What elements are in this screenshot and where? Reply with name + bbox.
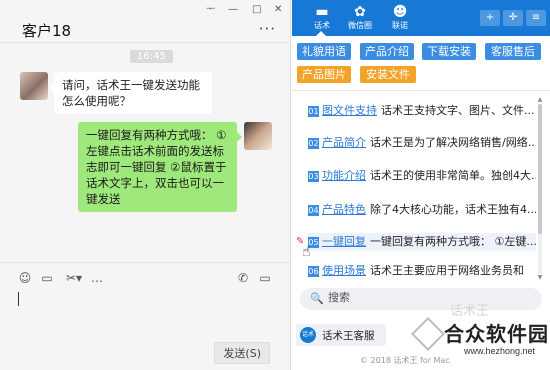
chat-icon: ▬ bbox=[315, 4, 329, 20]
item-number: 04 bbox=[308, 205, 319, 216]
category-after-sales[interactable]: 客服售后 bbox=[485, 43, 541, 60]
emoji-icon[interactable]: ☺ bbox=[18, 271, 32, 285]
video-icon[interactable]: ▭ bbox=[258, 271, 272, 285]
scroll-down-icon[interactable]: ▼ bbox=[537, 274, 543, 281]
item-title-link[interactable]: 产品特色 bbox=[322, 203, 366, 216]
divider bbox=[0, 42, 291, 43]
item-text: 话术王支持文字、图片、文件... bbox=[381, 104, 535, 117]
close-icon[interactable]: ✕ bbox=[274, 4, 282, 16]
agent-avatar[interactable] bbox=[244, 122, 272, 150]
nav-label: 联诺 bbox=[392, 21, 408, 30]
scroll-track[interactable] bbox=[538, 104, 542, 274]
divider bbox=[0, 262, 291, 263]
add-user-button[interactable]: + bbox=[480, 10, 500, 26]
item-title-link[interactable]: 一键回复 bbox=[322, 235, 366, 248]
category-install-files[interactable]: 安装文件 bbox=[360, 66, 416, 83]
category-product-images[interactable]: 产品图片 bbox=[297, 66, 351, 83]
more-options-button[interactable]: ··· bbox=[259, 20, 276, 38]
watermark-faint-text: 话术王 bbox=[450, 304, 490, 319]
script-item[interactable]: 06 使用场景 话术王主要应用于网络业务员和 bbox=[308, 265, 536, 277]
watermark-brand: 合众软件园 bbox=[444, 322, 549, 346]
chat-window: ᅮ — □ ✕ 客户18 ··· 16:45 请问，话术王一键发送功能怎么使用呢… bbox=[0, 0, 291, 370]
item-text: 话术王的使用非常简单。独创4大... bbox=[370, 169, 536, 182]
category-polite[interactable]: 礼貌用语 bbox=[297, 43, 351, 60]
script-item[interactable]: 04 产品特色 除了4大核心功能，话术王独有4... bbox=[308, 201, 536, 219]
search-icon: 🔍 bbox=[310, 292, 324, 305]
nav-moments[interactable]: ✿ 微信圈 bbox=[342, 4, 378, 31]
guest-avatar[interactable] bbox=[20, 72, 48, 100]
flower-icon: ✿ bbox=[354, 4, 366, 20]
chat-title: 客户18 bbox=[22, 22, 72, 40]
script-item[interactable]: 01 图文件支持 话术王支持文字、图片、文件... bbox=[308, 102, 536, 120]
item-text: 除了4大核心功能，话术王独有4... bbox=[370, 203, 536, 216]
panel-header: ▬ 话术 ✿ 微信圈 ☻ 联诺 + ✛ ≡ bbox=[292, 0, 550, 37]
phone-icon[interactable]: ✆ bbox=[236, 271, 250, 285]
menu-button[interactable]: ≡ bbox=[526, 10, 546, 26]
nav-label: 微信圈 bbox=[348, 21, 372, 30]
hand-cursor-icon: ☝ bbox=[302, 244, 311, 260]
category-product-intro[interactable]: 产品介绍 bbox=[360, 43, 414, 60]
item-number: 01 bbox=[308, 106, 319, 117]
nav-label: 话术 bbox=[314, 21, 330, 30]
search-box[interactable]: 🔍 bbox=[300, 288, 542, 310]
folder-icon[interactable]: ▭ bbox=[40, 271, 54, 285]
send-button[interactable]: 发送(S) bbox=[214, 342, 270, 364]
scrollbar[interactable]: ▲ ▼ bbox=[537, 96, 543, 281]
script-item[interactable]: 03 功能介绍 话术王的使用非常简单。独创4大... bbox=[308, 167, 536, 185]
nav-contacts[interactable]: ☻ 联诺 bbox=[382, 4, 418, 31]
category-download[interactable]: 下载安装 bbox=[422, 43, 476, 60]
customer-service-tab[interactable]: 话术王 话术王客服 bbox=[296, 324, 386, 354]
nav-scripts[interactable]: ▬ 话术 bbox=[304, 4, 340, 37]
copyright-footer: © 2018 话术王 for Mac bbox=[360, 356, 450, 365]
script-panel: ▬ 话术 ✿ 微信圈 ☻ 联诺 + ✛ ≡ 礼貌用语 产品介绍 下载安装 客服售… bbox=[292, 0, 550, 370]
message-timestamp: 16:45 bbox=[130, 50, 173, 63]
item-title-link[interactable]: 图文件支持 bbox=[322, 104, 377, 117]
move-button[interactable]: ✛ bbox=[503, 10, 523, 26]
item-number: 02 bbox=[308, 138, 319, 149]
chat-bubble-icon[interactable]: … bbox=[90, 271, 104, 285]
pin-icon[interactable]: ᅮ bbox=[206, 4, 215, 16]
guest-message-bubble: 请问，话术王一键发送功能怎么使用呢？ bbox=[49, 72, 212, 114]
item-text: 话术王是为了解决网络销售/网络... bbox=[370, 136, 536, 149]
item-number: 03 bbox=[308, 171, 319, 182]
item-number: 06 bbox=[308, 266, 319, 277]
scroll-up-icon[interactable]: ▲ bbox=[537, 96, 543, 103]
agent-message-bubble: 一键回复有两种方式哦： ①左键点击话术前面的发送标志即可一键回复 ②鼠标置于话术… bbox=[78, 122, 242, 212]
minimize-icon[interactable]: — bbox=[228, 4, 238, 16]
service-logo-icon: 话术王 bbox=[300, 327, 316, 354]
item-text: 一键回复有两种方式哦： ①左键... bbox=[370, 235, 536, 248]
item-title-link[interactable]: 使用场景 bbox=[322, 265, 366, 277]
text-input-caret[interactable] bbox=[18, 292, 19, 306]
script-item[interactable]: 05 一键回复 一键回复有两种方式哦： ①左键... bbox=[308, 233, 536, 251]
item-text: 话术王主要应用于网络业务员和 bbox=[370, 265, 524, 277]
watermark-url: www.hezhong.net bbox=[464, 346, 536, 356]
user-icon: ☻ bbox=[392, 4, 408, 20]
scissors-icon[interactable]: ✂▾ bbox=[64, 271, 84, 285]
maximize-icon[interactable]: □ bbox=[252, 4, 261, 16]
service-label: 话术王客服 bbox=[322, 330, 375, 342]
script-item[interactable]: 02 产品简介 话术王是为了解决网络销售/网络... bbox=[308, 134, 536, 152]
search-input[interactable] bbox=[328, 291, 528, 304]
scroll-thumb[interactable] bbox=[538, 104, 542, 234]
item-title-link[interactable]: 产品简介 bbox=[322, 136, 366, 149]
divider bbox=[292, 90, 550, 91]
item-title-link[interactable]: 功能介绍 bbox=[322, 169, 366, 182]
